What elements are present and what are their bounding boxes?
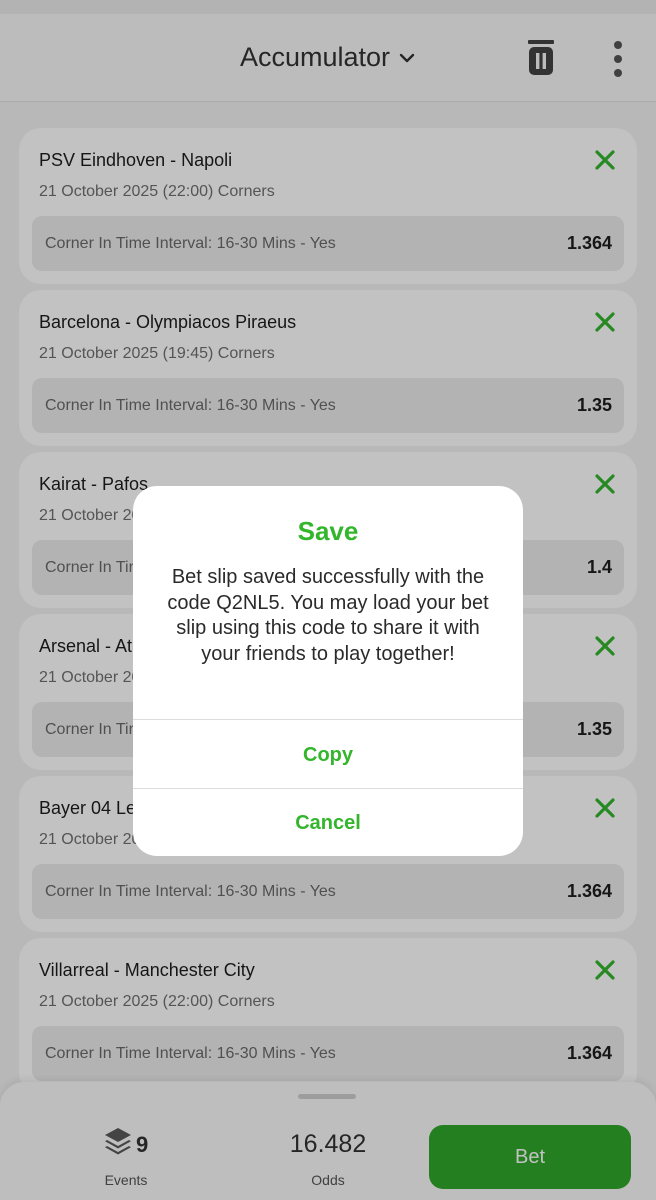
dialog-message: Bet slip saved successfully with the cod…	[167, 566, 489, 665]
divider	[133, 788, 523, 789]
copy-button[interactable]: Copy	[133, 722, 523, 788]
dialog-title: Save	[297, 516, 359, 546]
save-dialog: Save Bet slip saved successfully with th…	[133, 486, 523, 856]
cancel-button[interactable]: Cancel	[133, 790, 523, 856]
divider	[133, 719, 523, 720]
